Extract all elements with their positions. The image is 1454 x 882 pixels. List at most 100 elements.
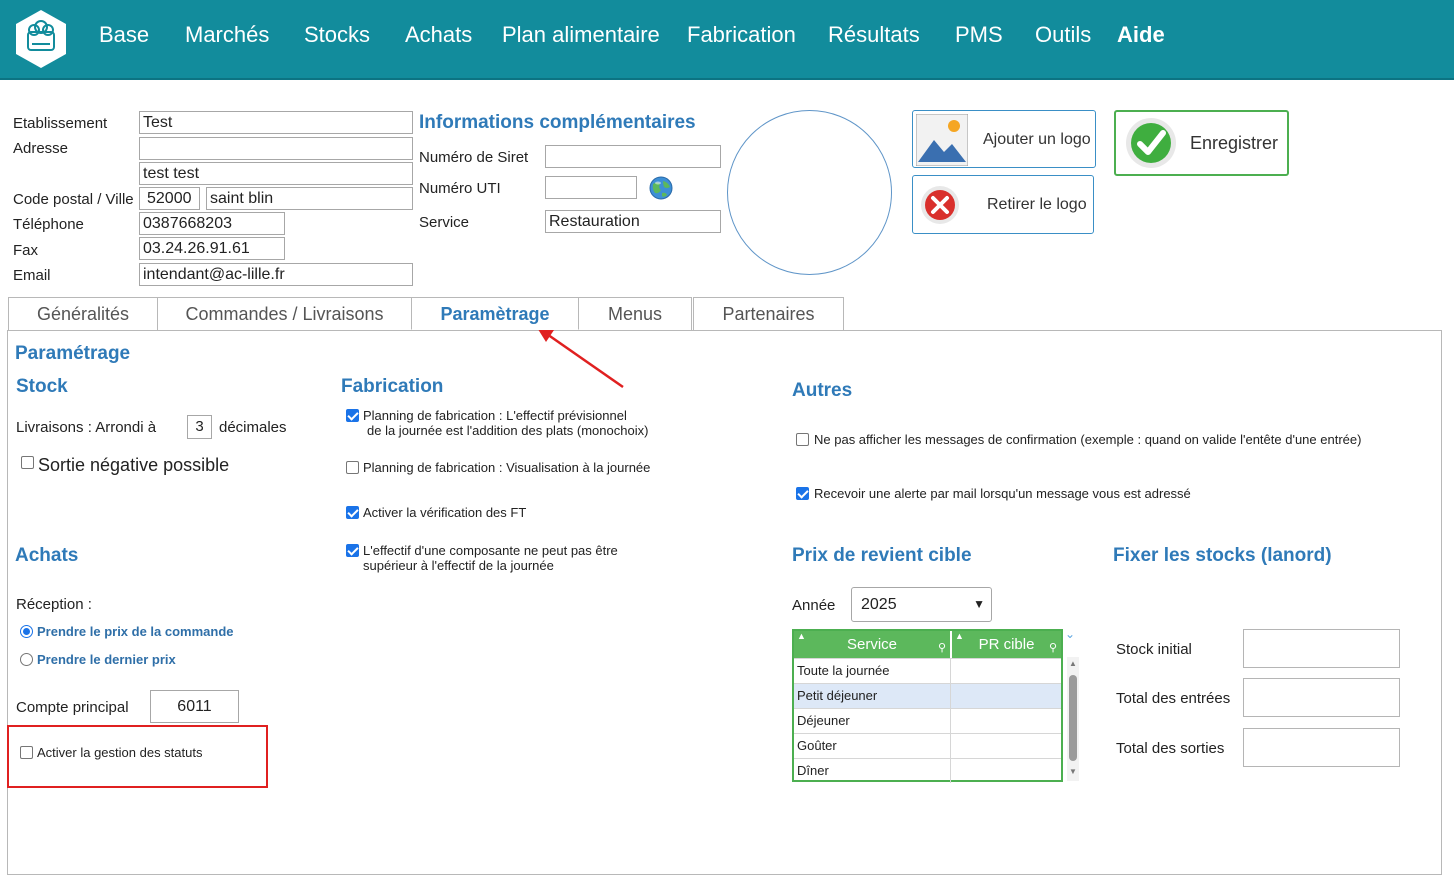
stock-title: Stock	[16, 376, 68, 397]
autres-opt1-label: Ne pas afficher les messages de confirma…	[814, 432, 1362, 447]
table-row[interactable]: Petit déjeuner	[794, 683, 1061, 708]
siret-input[interactable]	[545, 145, 721, 168]
chevron-down-icon[interactable]: ⌄	[1065, 627, 1079, 641]
save-label: Enregistrer	[1190, 133, 1279, 153]
annee-select-value: 2025	[861, 596, 897, 613]
nav-pms[interactable]: PMS	[955, 22, 1003, 48]
pr-cible-grid: ▲ Service ⚲ ▲ PR cible ⚲ Toute la journé…	[792, 629, 1063, 783]
fab-opt4-line2: supérieur à l'effectif de la journée	[363, 558, 554, 573]
scrollbar-thumb[interactable]	[1069, 675, 1077, 761]
nav-achats[interactable]: Achats	[405, 22, 472, 48]
fab-opt4-checkbox[interactable]	[346, 544, 359, 557]
tab-generalites[interactable]: Généralités	[8, 297, 158, 330]
telephone-input[interactable]: 0387668203	[139, 212, 285, 235]
grid-header-pr[interactable]: ▲ PR cible ⚲	[951, 631, 1061, 658]
grid-cell-service: Goûter	[797, 738, 837, 753]
fab-opt1-checkbox[interactable]	[346, 409, 359, 422]
decimales-label: décimales	[219, 419, 287, 436]
etablissement-input[interactable]: Test	[139, 111, 413, 134]
fab-opt4-line1: L'effectif d'une composante ne peut pas …	[363, 543, 618, 558]
grid-header-service[interactable]: ▲ Service ⚲	[794, 631, 950, 658]
radio-prix-commande[interactable]	[20, 625, 33, 638]
globe-icon[interactable]	[648, 176, 674, 202]
add-logo-button[interactable]: Ajouter un logo	[912, 110, 1096, 168]
autres-opt2-label: Recevoir une alerte par mail lorsqu'un m…	[814, 486, 1191, 501]
nav-aide[interactable]: Aide	[1117, 22, 1165, 48]
annee-label: Année	[792, 597, 836, 614]
adresse-line2-input[interactable]: test test	[139, 162, 413, 185]
radio-prix-commande-label: Prendre le prix de la commande	[37, 624, 234, 639]
code-postal-input[interactable]: 52000	[139, 187, 200, 210]
sort-icon: ▲	[797, 631, 806, 641]
annotation-arrow-icon	[536, 326, 624, 389]
telephone-label: Téléphone	[13, 216, 84, 233]
grid-cell-service: Toute la journée	[797, 663, 890, 678]
grid-cell-pr[interactable]	[951, 734, 1061, 758]
info-comp-title: Informations complémentaires	[419, 112, 696, 133]
nav-marches[interactable]: Marchés	[185, 22, 269, 48]
remove-logo-button[interactable]: Retirer le logo	[912, 175, 1094, 234]
green-check-icon	[1124, 116, 1178, 170]
sort-icon: ▲	[955, 631, 964, 641]
nav-resultats[interactable]: Résultats	[828, 22, 920, 48]
sortie-negative-checkbox[interactable]	[21, 456, 34, 469]
save-button[interactable]: Enregistrer	[1114, 110, 1289, 176]
adresse-label: Adresse	[13, 140, 69, 157]
radio-dernier-prix[interactable]	[20, 653, 33, 666]
uti-label: Numéro UTI	[419, 180, 501, 197]
fax-input[interactable]: 03.24.26.91.61	[139, 237, 285, 260]
compte-principal-input[interactable]: 6011	[150, 690, 239, 723]
scroll-up-icon[interactable]: ▲	[1069, 659, 1077, 668]
fab-opt3-label: Activer la vérification des FT	[363, 505, 527, 520]
nav-stocks[interactable]: Stocks	[304, 22, 370, 48]
total-sorties-field[interactable]	[1243, 728, 1400, 767]
total-entrees-label: Total des entrées	[1116, 690, 1231, 707]
tab-commandes-livraisons[interactable]: Commandes / Livraisons	[157, 297, 412, 330]
annee-select[interactable]: 2025 ▼	[851, 587, 992, 622]
compte-principal-label: Compte principal	[16, 699, 129, 716]
chevron-down-icon: ▼	[973, 597, 985, 611]
radio-dernier-prix-label: Prendre le dernier prix	[37, 652, 176, 667]
tab-partenaires[interactable]: Partenaires	[693, 297, 844, 330]
email-label: Email	[13, 267, 51, 284]
autres-title: Autres	[792, 380, 853, 401]
grid-scrollbar[interactable]: ▲ ▼	[1067, 657, 1079, 781]
adresse-line1-input[interactable]	[139, 137, 413, 160]
ville-input[interactable]: saint blin	[206, 187, 413, 210]
autres-opt2-checkbox[interactable]	[796, 487, 809, 500]
nav-base[interactable]: Base	[99, 22, 149, 48]
table-row[interactable]: Toute la journée	[794, 658, 1061, 683]
sortie-negative-label: Sortie négative possible	[38, 455, 230, 475]
table-row[interactable]: Dîner	[794, 758, 1061, 783]
uti-input[interactable]	[545, 176, 637, 199]
grid-cell-pr[interactable]	[951, 684, 1061, 708]
nav-plan-alimentaire[interactable]: Plan alimentaire	[502, 22, 660, 48]
logo-placeholder-circle	[727, 110, 892, 275]
email-input[interactable]: intendant@ac-lille.fr	[139, 263, 413, 286]
nav-fabrication[interactable]: Fabrication	[687, 22, 796, 48]
service-input[interactable]: Restauration	[545, 210, 721, 233]
grid-cell-pr[interactable]	[951, 759, 1061, 783]
table-row[interactable]: Goûter	[794, 733, 1061, 758]
autres-opt1-checkbox[interactable]	[796, 433, 809, 446]
grid-cell-service: Petit déjeuner	[797, 688, 878, 703]
top-nav-bar: Base Marchés Stocks Achats Plan alimenta…	[0, 0, 1454, 80]
table-row[interactable]: Déjeuner	[794, 708, 1061, 733]
annotation-highlight-box	[7, 725, 268, 788]
prix-revient-title: Prix de revient cible	[792, 545, 972, 566]
total-sorties-label: Total des sorties	[1116, 740, 1225, 757]
app-logo-icon[interactable]	[12, 8, 70, 70]
decimales-input[interactable]: 3	[187, 415, 212, 439]
scroll-down-icon[interactable]: ▼	[1069, 767, 1077, 776]
nav-outils[interactable]: Outils	[1035, 22, 1091, 48]
fab-opt3-checkbox[interactable]	[346, 506, 359, 519]
grid-cell-pr[interactable]	[951, 659, 1061, 683]
grid-header-service-label: Service	[846, 636, 898, 653]
grid-cell-pr[interactable]	[951, 709, 1061, 733]
fab-opt2-checkbox[interactable]	[346, 461, 359, 474]
achats-title: Achats	[15, 545, 79, 566]
total-entrees-field[interactable]	[1243, 678, 1400, 717]
fabrication-title: Fabrication	[341, 376, 444, 397]
tab-parametrage[interactable]: Paramètrage	[411, 297, 579, 330]
stock-initial-field[interactable]	[1243, 629, 1400, 668]
